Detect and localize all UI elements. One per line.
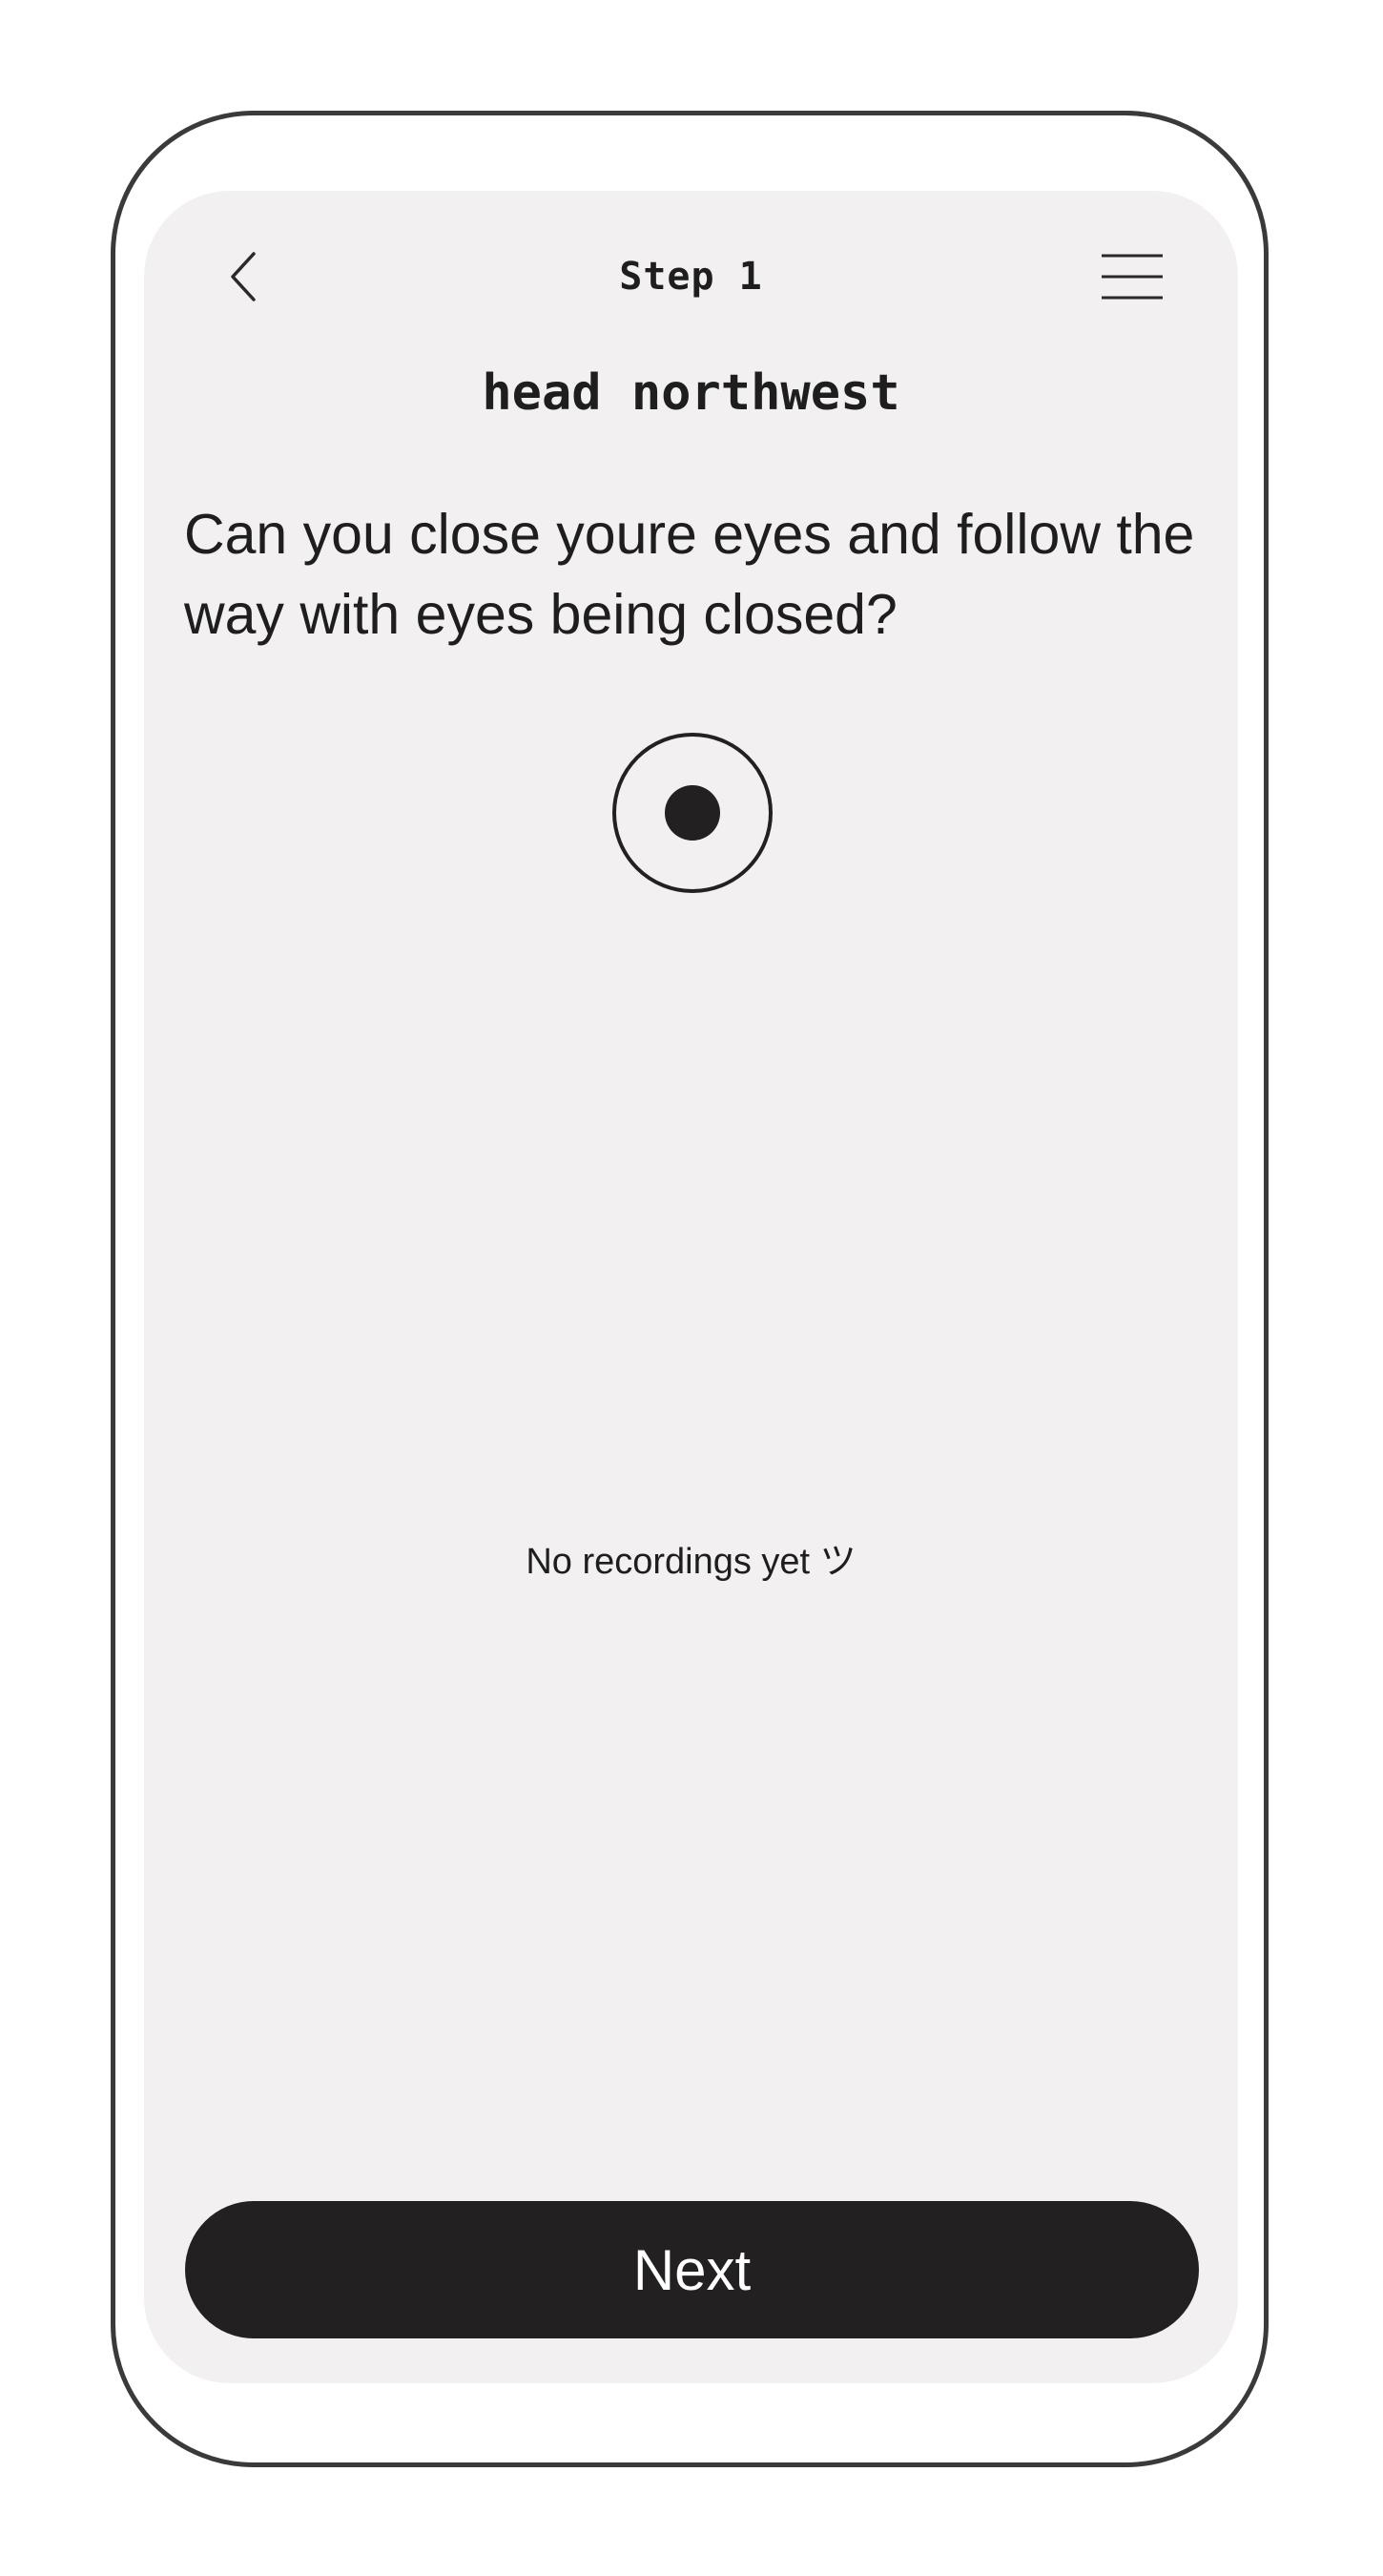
page-title: Step 1 — [619, 255, 763, 299]
question-text: Can you close youre eyes and follow the … — [184, 503, 1195, 646]
hamburger-menu-icon — [1102, 254, 1163, 300]
direction-label: head northwest — [482, 364, 900, 422]
empty-state-message: No recordings yet ツ — [526, 1542, 857, 1582]
record-button[interactable] — [611, 732, 774, 894]
next-button[interactable]: Next — [185, 2201, 1199, 2338]
menu-button[interactable] — [1098, 243, 1166, 310]
record-icon — [612, 733, 773, 893]
app-screen: Step 1 head northwest Can you close your… — [144, 191, 1238, 2383]
